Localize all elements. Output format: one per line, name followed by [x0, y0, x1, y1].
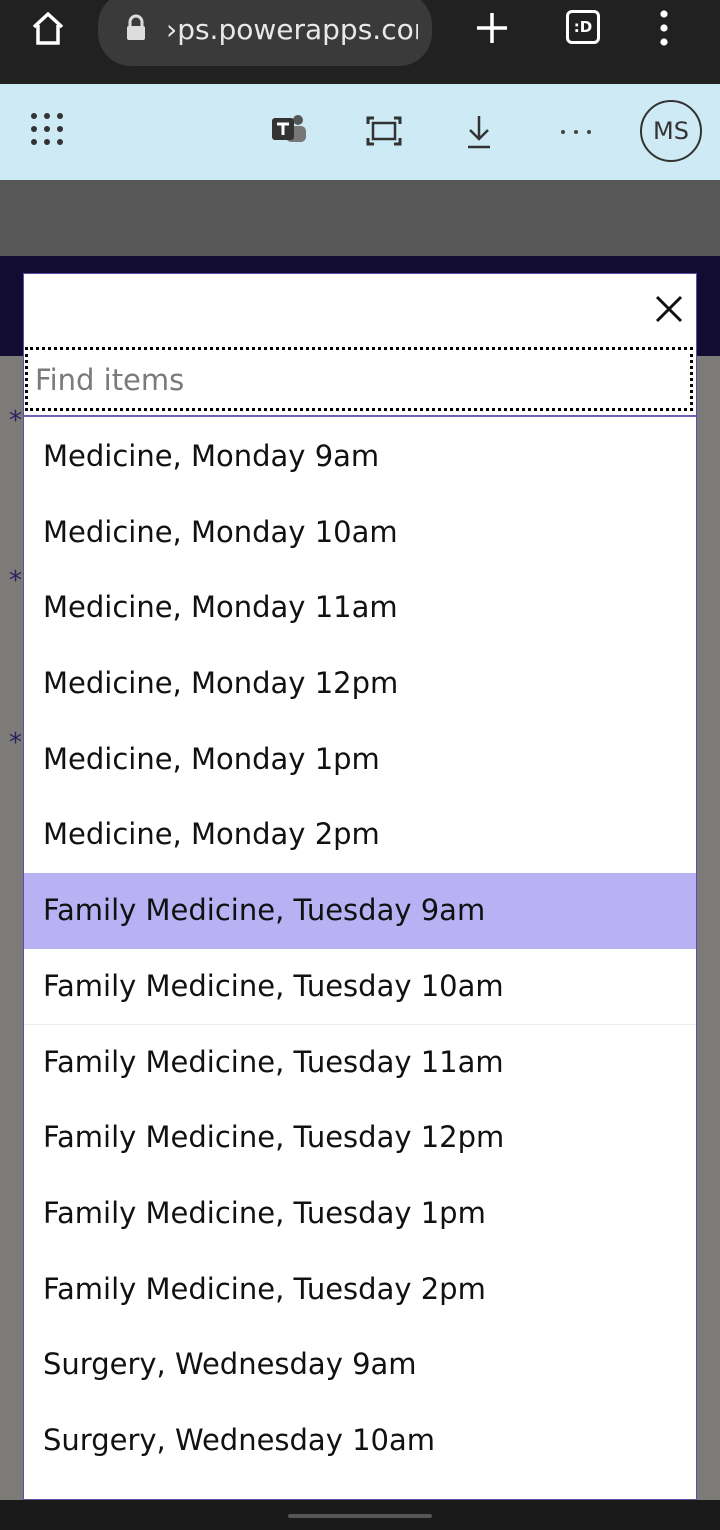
list-item[interactable]: Surgery, Wednesday 11am [24, 1479, 696, 1500]
app-launcher-icon[interactable] [30, 112, 64, 146]
list-item[interactable]: Family Medicine, Tuesday 1pm [24, 1176, 696, 1252]
lock-icon [127, 14, 145, 40]
required-marker: * [9, 566, 22, 596]
fullscreen-icon[interactable] [366, 116, 402, 146]
browser-toolbar: ›ps.powerapps.com :D [0, 0, 720, 84]
list-item[interactable]: Medicine, Monday 9am [24, 419, 696, 495]
app-banner [0, 180, 720, 256]
tab-count-label: :D [573, 18, 593, 36]
teams-icon[interactable] [270, 112, 308, 148]
list-item[interactable]: Medicine, Monday 11am [24, 570, 696, 646]
home-icon[interactable] [30, 10, 66, 46]
list-item[interactable]: Medicine, Monday 1pm [24, 722, 696, 798]
list-item[interactable]: Family Medicine, Tuesday 10am [24, 949, 696, 1025]
list-item[interactable]: Medicine, Monday 12pm [24, 646, 696, 722]
avatar[interactable]: MS [640, 100, 702, 162]
url-text[interactable]: ›ps.powerapps.com [166, 10, 418, 50]
gesture-handle[interactable] [288, 1514, 432, 1518]
download-icon[interactable] [466, 114, 492, 150]
required-marker: * [9, 728, 22, 758]
divider [24, 415, 696, 417]
list-item-selected[interactable]: Family Medicine, Tuesday 9am [24, 873, 696, 949]
search-box [25, 347, 693, 411]
list-item[interactable]: Family Medicine, Tuesday 11am [24, 1025, 696, 1101]
list-item[interactable]: Surgery, Wednesday 9am [24, 1327, 696, 1403]
tab-switcher-icon[interactable]: :D [566, 10, 600, 44]
dropdown-dialog: Medicine, Monday 9am Medicine, Monday 10… [23, 273, 697, 1500]
search-input[interactable] [33, 357, 677, 403]
close-icon[interactable] [652, 292, 686, 326]
list-item[interactable]: Medicine, Monday 10am [24, 495, 696, 571]
list-item[interactable]: Medicine, Monday 2pm [24, 797, 696, 873]
app-header [0, 84, 720, 180]
new-tab-icon[interactable] [474, 10, 510, 46]
required-marker: * [9, 406, 22, 436]
list-item[interactable]: Surgery, Wednesday 10am [24, 1403, 696, 1479]
list-item[interactable]: Family Medicine, Tuesday 2pm [24, 1252, 696, 1328]
more-horizontal-icon[interactable] [560, 128, 592, 136]
options-list: Medicine, Monday 9am Medicine, Monday 10… [24, 419, 696, 1500]
list-item[interactable]: Family Medicine, Tuesday 12pm [24, 1100, 696, 1176]
more-vert-icon[interactable] [652, 8, 676, 48]
